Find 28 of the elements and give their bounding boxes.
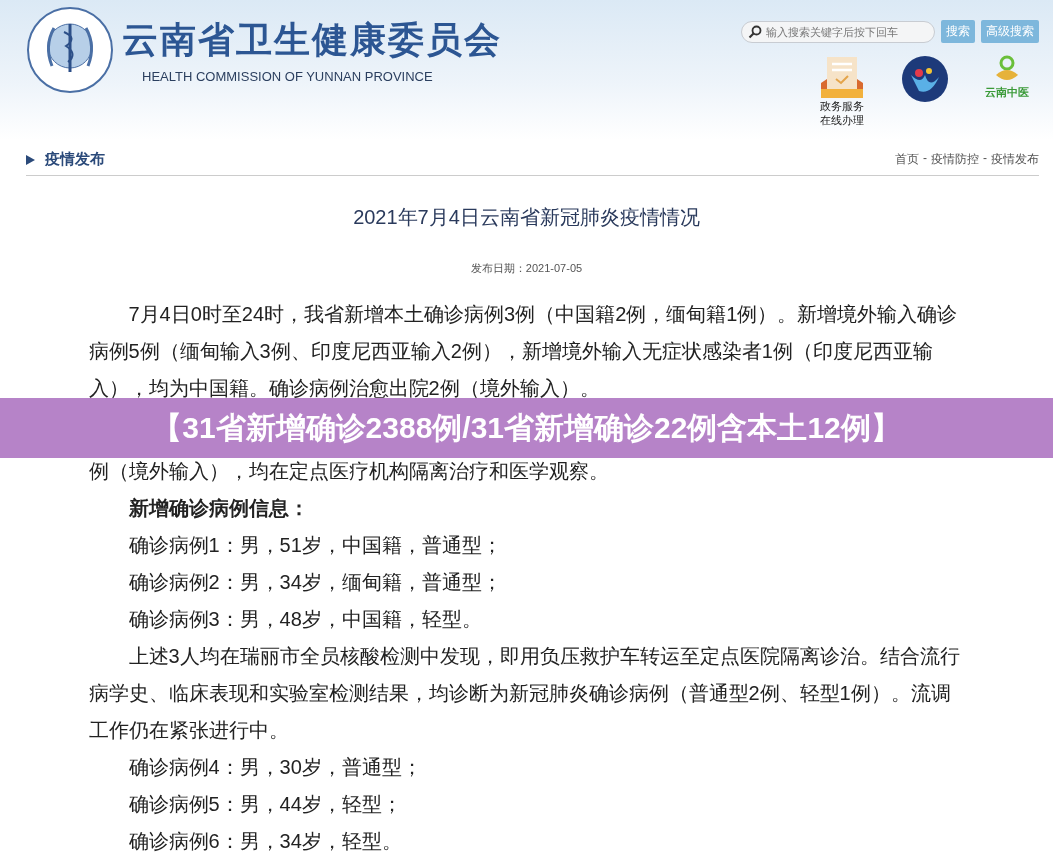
logo-text: 云南中医: [985, 85, 1029, 100]
site-title: 云南省卫生健康委员会: [122, 18, 502, 62]
search-field[interactable]: 输入搜索关键字后按下回车: [741, 20, 935, 43]
paragraph: 例（境外输入），均在定点医疗机构隔离治疗和医学观察。: [88, 459, 610, 484]
paragraph: 确诊病例1：男，51岁，中国籍，普通型；: [127, 533, 503, 558]
paragraph: 确诊病例2：男，34岁，缅甸籍，普通型；: [127, 570, 503, 595]
paragraph: 确诊病例6：男，34岁，轻型。: [127, 829, 403, 854]
paragraph: 确诊病例4：男，30岁，普通型；: [127, 755, 423, 780]
service-link[interactable]: 政务服务 在线办理: [819, 55, 865, 127]
triangle-icon: [26, 154, 35, 165]
site-subtitle: HEALTH COMMISSION OF YUNNAN PROVINCE: [142, 69, 434, 84]
breadcrumb-link[interactable]: 首页: [895, 151, 919, 168]
bird-logo: [901, 55, 949, 103]
document-tray-icon: [819, 55, 865, 99]
headline-banner: 【31省新增确诊2388例/31省新增确诊22例含本土12例】: [0, 398, 1053, 458]
search-icon: [748, 24, 762, 39]
article-title: 2021年7月4日云南省新冠肺炎疫情情况: [353, 205, 700, 230]
breadcrumb-link[interactable]: 疫情发布: [991, 151, 1039, 168]
publish-date: 发布日期：2021-07-05: [470, 261, 583, 276]
breadcrumb-separator: -: [983, 151, 987, 167]
subheading: 新增确诊病例信息：: [127, 496, 310, 521]
breadcrumb-link[interactable]: 疫情防控: [931, 151, 979, 168]
paragraph: 上述3人均在瑞丽市全员核酸检测中发现，即用负压救护车转运至定点医院隔离诊治。结合流行病学史、临床表现和实验室检测结果，均诊断为新冠肺炎确诊病例（普通型2例、轻型1例）。流调工作仍在紧张进行中。: [88, 644, 961, 743]
breadcrumb-separator: -: [923, 151, 927, 167]
section-title: 疫情发布: [45, 150, 105, 169]
paragraph: 7月4日0时至24时，我省新增本土确诊病例3例（中国籍2例，缅甸籍1例）。新增境外输入确诊病例5例（缅甸输入3例、印度尼西亚输入2例），新增境外输入无症状感染者1例（印度尼西亚输入），均为中国籍。确诊病例治愈出院2例（境外输入）。: [88, 302, 959, 401]
paragraph: 确诊病例5：男，44岁，轻型；: [127, 792, 403, 817]
paragraph: 确诊病例3：男，48岁，中国籍，轻型。: [127, 607, 483, 632]
